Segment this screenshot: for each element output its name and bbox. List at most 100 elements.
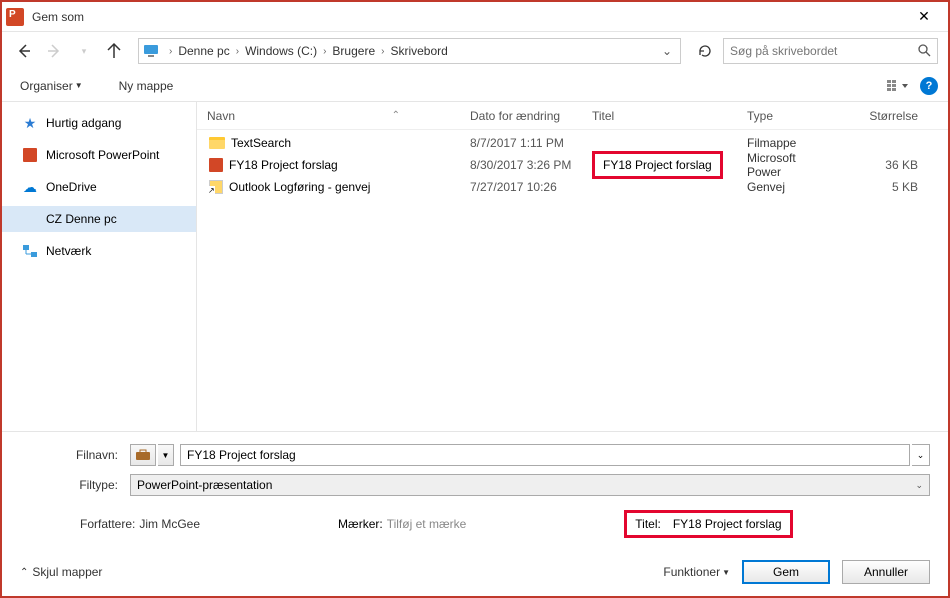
hide-folders-button[interactable]: ⌃ Skjul mapper bbox=[20, 565, 102, 579]
file-type: Genvej bbox=[737, 180, 832, 194]
sidebar-item-powerpoint[interactable]: Microsoft PowerPoint bbox=[2, 142, 196, 168]
file-type-icon-button[interactable] bbox=[130, 444, 156, 466]
file-size: 36 KB bbox=[832, 158, 948, 172]
breadcrumb[interactable]: › Denne pc › Windows (C:) › Brugere › Sk… bbox=[138, 38, 681, 64]
powerpoint-icon bbox=[22, 147, 38, 163]
navigation-row: ▾ › Denne pc › Windows (C:) › Brugere › … bbox=[2, 32, 948, 70]
column-header-type[interactable]: Type bbox=[737, 109, 832, 123]
authors-label: Forfattere: bbox=[20, 517, 135, 531]
sidebar-item-label: Microsoft PowerPoint bbox=[46, 148, 159, 162]
cloud-icon: ☁ bbox=[22, 179, 38, 195]
sidebar-item-this-pc[interactable]: 🖥 CZ Denne pc bbox=[2, 206, 196, 232]
breadcrumb-item[interactable]: Windows (C:) bbox=[243, 44, 319, 58]
shortcut-icon bbox=[209, 180, 223, 194]
column-headers: Navn ⌃ Dato for ændring Titel Type Størr… bbox=[197, 102, 948, 130]
metadata-row: Forfattere: Jim McGee Mærker: Tilføj et … bbox=[20, 504, 930, 552]
chevron-right-icon: › bbox=[377, 46, 388, 57]
authors-value[interactable]: Jim McGee bbox=[139, 517, 200, 531]
save-label: Gem bbox=[773, 565, 799, 579]
sidebar: ★ Hurtig adgang Microsoft PowerPoint ☁ O… bbox=[2, 102, 197, 431]
column-header-title[interactable]: Titel bbox=[582, 109, 737, 123]
filetype-select[interactable]: PowerPoint-præsentation ⌄ bbox=[130, 474, 930, 496]
title-label: Titel: bbox=[635, 517, 661, 531]
tags-input[interactable]: Tilføj et mærke bbox=[387, 517, 467, 531]
breadcrumb-item[interactable]: Denne pc bbox=[176, 44, 231, 58]
chevron-right-icon: › bbox=[232, 46, 243, 57]
refresh-button[interactable] bbox=[693, 39, 717, 63]
filename-input[interactable] bbox=[180, 444, 910, 466]
column-header-size[interactable]: Størrelse bbox=[832, 109, 928, 123]
arrow-left-icon bbox=[15, 42, 33, 60]
search-icon bbox=[917, 43, 931, 60]
powerpoint-file-icon bbox=[209, 158, 223, 172]
toolbar: Organiser▼ Ny mappe ? bbox=[2, 70, 948, 102]
file-row[interactable]: Outlook Logføring - genvej 7/27/2017 10:… bbox=[197, 176, 948, 198]
organize-menu[interactable]: Organiser▼ bbox=[12, 75, 91, 97]
sidebar-item-label: Netværk bbox=[46, 244, 91, 258]
refresh-icon bbox=[697, 43, 713, 59]
file-name: Outlook Logføring - genvej bbox=[229, 180, 370, 194]
sidebar-item-label: Hurtig adgang bbox=[46, 116, 121, 130]
help-button[interactable]: ? bbox=[920, 77, 938, 95]
view-options-icon bbox=[887, 79, 909, 93]
up-button[interactable] bbox=[102, 39, 126, 63]
recent-dropdown[interactable]: ▾ bbox=[72, 39, 96, 63]
briefcase-icon bbox=[135, 449, 151, 461]
view-options-button[interactable] bbox=[886, 76, 910, 96]
folder-icon bbox=[209, 137, 225, 149]
tags-label: Mærker: bbox=[338, 517, 383, 531]
file-type: Filmappe bbox=[737, 136, 832, 150]
save-as-dialog: Gem som ✕ ▾ › Denne pc › Windows (C:) › … bbox=[0, 0, 950, 598]
new-folder-button[interactable]: Ny mappe bbox=[111, 75, 182, 97]
column-header-date[interactable]: Dato for ændring bbox=[460, 109, 582, 123]
close-button[interactable]: ✕ bbox=[904, 2, 944, 32]
file-list: TextSearch 8/7/2017 1:11 PM Filmappe FY1… bbox=[197, 130, 948, 431]
file-date: 8/7/2017 1:11 PM bbox=[460, 136, 582, 150]
chevron-down-icon: ⌄ bbox=[915, 480, 923, 491]
sidebar-item-label: OneDrive bbox=[46, 180, 97, 194]
chevron-down-icon: ▼ bbox=[722, 568, 730, 577]
back-button[interactable] bbox=[12, 39, 36, 63]
body-area: ★ Hurtig adgang Microsoft PowerPoint ☁ O… bbox=[2, 102, 948, 431]
breadcrumb-dropdown[interactable]: ⌄ bbox=[658, 44, 676, 58]
new-folder-label: Ny mappe bbox=[119, 79, 174, 93]
forward-button[interactable] bbox=[42, 39, 66, 63]
bottom-panel: Filnavn: ▼ ⌄ Filtype: PowerPoint-præsent… bbox=[2, 431, 948, 596]
highlighted-title: FY18 Project forslag bbox=[592, 151, 723, 179]
file-type-dropdown[interactable]: ▼ bbox=[158, 444, 174, 466]
filetype-label: Filtype: bbox=[20, 478, 130, 492]
arrow-up-icon bbox=[105, 42, 123, 60]
filename-dropdown[interactable]: ⌄ bbox=[912, 444, 930, 466]
file-pane: Navn ⌃ Dato for ændring Titel Type Størr… bbox=[197, 102, 948, 431]
sidebar-item-onedrive[interactable]: ☁ OneDrive bbox=[2, 174, 196, 200]
this-pc-icon bbox=[143, 44, 161, 58]
cancel-label: Annuller bbox=[864, 565, 908, 579]
functions-label: Funktioner bbox=[663, 565, 720, 579]
hide-folders-label: Skjul mapper bbox=[32, 565, 102, 579]
window-title: Gem som bbox=[32, 10, 904, 24]
breadcrumb-item[interactable]: Brugere bbox=[330, 44, 377, 58]
network-icon bbox=[22, 243, 38, 259]
search-input[interactable] bbox=[730, 44, 917, 58]
sidebar-item-label: CZ Denne pc bbox=[46, 212, 117, 226]
file-type: Microsoft Power bbox=[737, 151, 832, 179]
arrow-right-icon bbox=[45, 42, 63, 60]
file-date: 7/27/2017 10:26 bbox=[460, 180, 582, 194]
functions-menu[interactable]: Funktioner ▼ bbox=[663, 565, 730, 579]
filename-label: Filnavn: bbox=[20, 448, 130, 462]
file-size: 5 KB bbox=[832, 180, 948, 194]
column-header-name[interactable]: Navn ⌃ bbox=[197, 109, 460, 123]
file-name: FY18 Project forslag bbox=[229, 158, 338, 172]
file-row[interactable]: FY18 Project forslag 8/30/2017 3:26 PM F… bbox=[197, 154, 948, 176]
search-box[interactable] bbox=[723, 38, 938, 64]
chevron-right-icon: › bbox=[165, 46, 176, 57]
save-button[interactable]: Gem bbox=[742, 560, 830, 584]
sidebar-item-network[interactable]: Netværk bbox=[2, 238, 196, 264]
file-row[interactable]: TextSearch 8/7/2017 1:11 PM Filmappe bbox=[197, 132, 948, 154]
breadcrumb-item[interactable]: Skrivebord bbox=[388, 44, 449, 58]
sidebar-item-quick-access[interactable]: ★ Hurtig adgang bbox=[2, 110, 196, 136]
title-value[interactable]: FY18 Project forslag bbox=[673, 517, 782, 531]
file-title: FY18 Project forslag bbox=[582, 151, 737, 179]
chevron-up-icon: ⌃ bbox=[20, 567, 28, 578]
cancel-button[interactable]: Annuller bbox=[842, 560, 930, 584]
